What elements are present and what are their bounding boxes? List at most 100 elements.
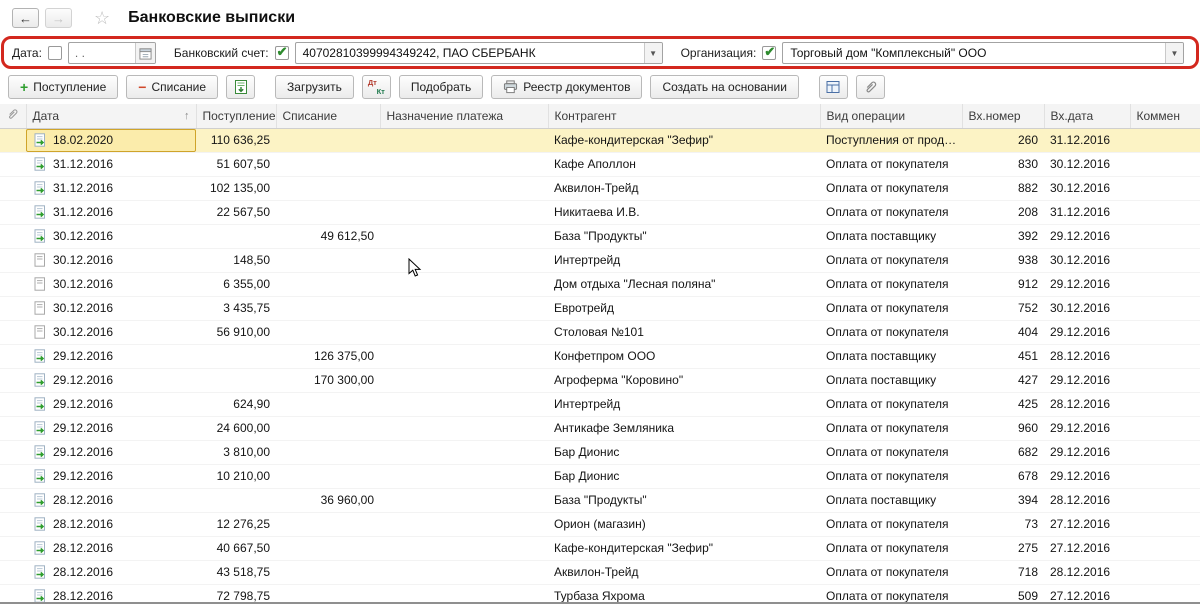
date-cell[interactable]: 28.12.2016	[26, 536, 196, 560]
add-receipt-button[interactable]: + Поступление	[8, 75, 118, 99]
column-purpose[interactable]: Назначение платежа	[380, 104, 548, 128]
date-value: 29.12.2016	[53, 373, 113, 387]
bank-account-checkbox[interactable]	[275, 46, 289, 60]
date-cell[interactable]: 29.12.2016	[26, 464, 196, 488]
writeoff-cell: 126 375,00	[276, 344, 380, 368]
document-icon	[32, 469, 48, 483]
table-row[interactable]: 18.02.2020 110 636,25 Кафе-кондитерская …	[0, 128, 1200, 152]
column-date[interactable]: Дата ↑	[26, 104, 196, 128]
date-cell[interactable]: 31.12.2016	[26, 176, 196, 200]
table-row[interactable]: 28.12.2016 72 798,75 Турбаза Яхрома Опла…	[0, 584, 1200, 604]
table-row[interactable]: 30.12.2016 49 612,50 База "Продукты" Опл…	[0, 224, 1200, 248]
bank-account-value: 40702810399994349242, ПАО СБЕРБАНК	[296, 46, 644, 60]
date-filter-checkbox[interactable]	[48, 46, 62, 60]
back-button[interactable]: ←	[12, 8, 39, 28]
forward-button[interactable]: →	[45, 8, 72, 28]
create-based-on-button[interactable]: Создать на основании	[650, 75, 799, 99]
column-writeoff[interactable]: Списание	[276, 104, 380, 128]
date-cell[interactable]: 30.12.2016	[26, 272, 196, 296]
chevron-down-icon[interactable]: ▼	[1165, 43, 1183, 63]
favorite-star-icon[interactable]: ☆	[94, 9, 110, 27]
table-row[interactable]: 30.12.2016 56 910,00 Столовая №101 Оплат…	[0, 320, 1200, 344]
table-row[interactable]: 29.12.2016 170 300,00 Агроферма "Коровин…	[0, 368, 1200, 392]
column-comment[interactable]: Коммен	[1130, 104, 1200, 128]
attachment-cell	[0, 224, 26, 248]
organization-checkbox[interactable]	[762, 46, 776, 60]
date-value: 30.12.2016	[53, 325, 113, 339]
filter-bar: Дата: . . Банковский счет: 4070281039999…	[0, 36, 1200, 70]
date-cell[interactable]: 30.12.2016	[26, 320, 196, 344]
table-row[interactable]: 31.12.2016 51 607,50 Кафе Аполлон Оплата…	[0, 152, 1200, 176]
table-row[interactable]: 31.12.2016 102 135,00 Аквилон-Трейд Опла…	[0, 176, 1200, 200]
table-row[interactable]: 29.12.2016 3 810,00 Бар Дионис Оплата от…	[0, 440, 1200, 464]
table-row[interactable]: 30.12.2016 6 355,00 Дом отдыха "Лесная п…	[0, 272, 1200, 296]
comment-cell	[1130, 464, 1200, 488]
attachment-cell	[0, 152, 26, 176]
date-cell[interactable]: 29.12.2016	[26, 392, 196, 416]
column-operation[interactable]: Вид операции	[820, 104, 962, 128]
table-row[interactable]: 29.12.2016 126 375,00 Конфетпром ООО Опл…	[0, 344, 1200, 368]
column-receipt[interactable]: Поступление	[196, 104, 276, 128]
add-writeoff-label: Списание	[151, 80, 206, 94]
date-cell[interactable]: 28.12.2016	[26, 584, 196, 604]
date-cell[interactable]: 29.12.2016	[26, 440, 196, 464]
date-cell[interactable]: 31.12.2016	[26, 152, 196, 176]
table-row[interactable]: 30.12.2016 148,50 Интертрейд Оплата от п…	[0, 248, 1200, 272]
date-value: 29.12.2016	[53, 397, 113, 411]
bank-account-select[interactable]: 40702810399994349242, ПАО СБЕРБАНК ▼	[295, 42, 663, 64]
table-row[interactable]: 29.12.2016 10 210,00 Бар Дионис Оплата о…	[0, 464, 1200, 488]
attachments-button[interactable]	[856, 75, 885, 99]
table-row[interactable]: 30.12.2016 3 435,75 Евротрейд Оплата от …	[0, 296, 1200, 320]
date-cell[interactable]: 28.12.2016	[26, 488, 196, 512]
date-cell[interactable]: 28.12.2016	[26, 512, 196, 536]
add-writeoff-button[interactable]: − Списание	[126, 75, 218, 99]
operation-cell: Оплата поставщику	[820, 344, 962, 368]
document-icon	[32, 565, 48, 579]
in-date-cell: 30.12.2016	[1044, 176, 1130, 200]
documents-register-button[interactable]: Реестр документов	[491, 75, 642, 99]
in-number-cell: 394	[962, 488, 1044, 512]
column-attachments[interactable]	[0, 104, 26, 128]
chevron-down-icon[interactable]: ▼	[644, 43, 662, 63]
plus-icon: +	[20, 80, 28, 94]
table-row[interactable]: 31.12.2016 22 567,50 Никитаева И.В. Опла…	[0, 200, 1200, 224]
operation-cell: Оплата от покупателя	[820, 392, 962, 416]
column-in-date[interactable]: Вх.дата	[1044, 104, 1130, 128]
comment-cell	[1130, 392, 1200, 416]
counterparty-cell: Конфетпром ООО	[548, 344, 820, 368]
in-date-cell: 27.12.2016	[1044, 536, 1130, 560]
date-cell[interactable]: 29.12.2016	[26, 416, 196, 440]
calendar-button[interactable]	[135, 43, 155, 63]
table-row[interactable]: 28.12.2016 40 667,50 Кафе-кондитерская "…	[0, 536, 1200, 560]
date-cell[interactable]: 31.12.2016	[26, 200, 196, 224]
counterparty-cell: База "Продукты"	[548, 224, 820, 248]
date-value: 30.12.2016	[53, 253, 113, 267]
show-postings-button[interactable]: Дт Кт	[362, 75, 391, 99]
table-row[interactable]: 28.12.2016 43 518,75 Аквилон-Трейд Оплат…	[0, 560, 1200, 584]
date-cell[interactable]: 29.12.2016	[26, 368, 196, 392]
column-counterparty[interactable]: Контрагент	[548, 104, 820, 128]
date-cell[interactable]: 28.12.2016	[26, 560, 196, 584]
organization-label: Организация:	[681, 46, 757, 60]
date-cell[interactable]: 30.12.2016	[26, 224, 196, 248]
load-button[interactable]: Загрузить	[275, 75, 354, 99]
counterparty-cell: Аквилон-Трейд	[548, 176, 820, 200]
report-grid-button[interactable]	[819, 75, 848, 99]
pick-button[interactable]: Подобрать	[399, 75, 483, 99]
date-cell[interactable]: 30.12.2016	[26, 296, 196, 320]
operation-cell: Оплата от покупателя	[820, 320, 962, 344]
date-cell[interactable]: 18.02.2020	[26, 128, 196, 152]
table-row[interactable]: 29.12.2016 624,90 Интертрейд Оплата от п…	[0, 392, 1200, 416]
counterparty-cell: Орион (магазин)	[548, 512, 820, 536]
table-row[interactable]: 29.12.2016 24 600,00 Антикафе Земляника …	[0, 416, 1200, 440]
date-input[interactable]: . .	[68, 42, 156, 64]
table-row[interactable]: 28.12.2016 36 960,00 База "Продукты" Опл…	[0, 488, 1200, 512]
organization-select[interactable]: Торговый дом "Комплексный" ООО ▼	[782, 42, 1184, 64]
bank-statement-icon-button[interactable]	[226, 75, 255, 99]
table-row[interactable]: 28.12.2016 12 276,25 Орион (магазин) Опл…	[0, 512, 1200, 536]
purpose-cell	[380, 128, 548, 152]
column-in-number[interactable]: Вх.номер	[962, 104, 1044, 128]
writeoff-cell	[276, 200, 380, 224]
date-cell[interactable]: 30.12.2016	[26, 248, 196, 272]
date-cell[interactable]: 29.12.2016	[26, 344, 196, 368]
